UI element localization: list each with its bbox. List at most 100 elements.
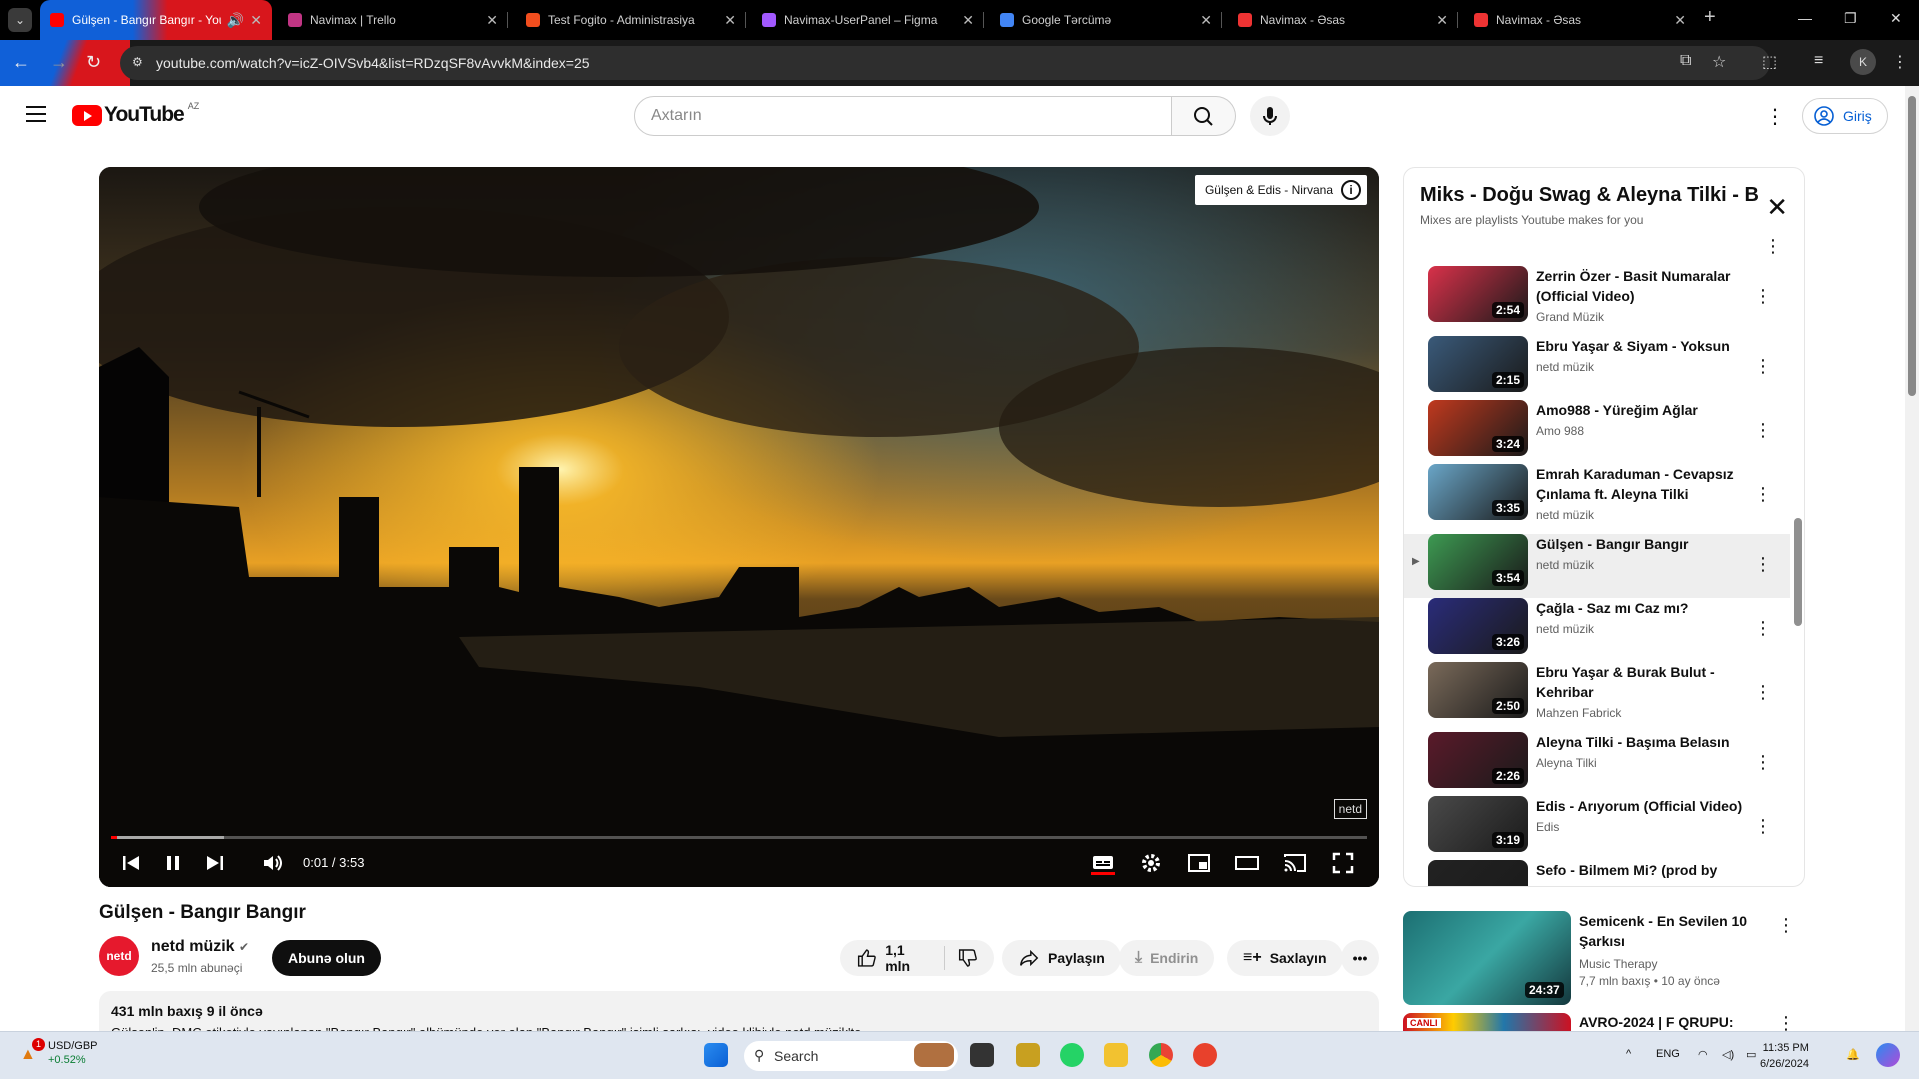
playlist-item[interactable]: ▶ 3:54 Gülşen - Bangır Bangır netd müzik ⋮ [1404,534,1790,598]
info-icon[interactable]: i [1341,180,1361,200]
site-info-icon[interactable]: ⚙ [132,55,148,71]
video-player[interactable]: Gülşen & Edis - Nirvana i netd 0:01 / 3:… [99,167,1379,887]
tab-search-button[interactable]: ⌄ [8,8,32,32]
thumbs-down-icon[interactable] [957,947,978,969]
guide-menu-icon[interactable] [26,106,46,122]
search-input[interactable]: Axtarın [634,96,1172,136]
tab-navimax-2[interactable]: Navimax - Əsas ✕ [1464,0,1696,40]
recommendation-thumbnail[interactable]: CANLI [1403,1013,1571,1033]
settings-kebab-icon[interactable]: ⋮ [1765,104,1785,129]
playlist-item-title[interactable]: Amo988 - Yüreğim Ağlar [1536,400,1746,420]
restore-icon[interactable]: ❐ [1844,10,1857,27]
wps-office-icon[interactable] [1193,1043,1217,1067]
playlist-item[interactable]: 2:26 Aleyna Tilki - Başıma Belasın Aleyna … [1404,732,1790,796]
search-button[interactable] [1172,96,1236,136]
playlist-item-thumbnail[interactable]: 3:35 [1428,464,1528,520]
playlist-item[interactable]: 2:15 Ebru Yaşar & Siyam - Yoksun netd müzi… [1404,336,1790,400]
info-card[interactable]: Gülşen & Edis - Nirvana i [1194,175,1367,205]
tab-trello[interactable]: Navimax | Trello ✕ [278,0,508,40]
url-field[interactable]: ⚙ youtube.com/watch?v=icZ-OIVSvb4&list=R… [120,46,1770,80]
tab-google-translate[interactable]: Google Tərcümə ✕ [990,0,1222,40]
recommendation-title[interactable]: Semicenk - En Sevilen 10 Şarkısı [1579,911,1769,951]
install-app-icon[interactable]: ⧉ [1680,52,1691,70]
extensions-icon[interactable]: ⬚ [1762,52,1777,72]
playlist-item[interactable]: 2:54 Zerrin Özer - Basit Numaralar (Offic… [1404,266,1790,336]
playlist-item[interactable]: 3:19 Edis - Arıyorum (Official Video) Edis… [1404,796,1790,860]
more-vertical-icon[interactable]: ⋮ [1754,356,1772,377]
forward-icon[interactable]: → [50,52,68,73]
playlist-item-title[interactable]: Gülşen - Bangır Bangır [1536,534,1746,554]
playlist-item[interactable]: 2:50 Ebru Yaşar & Burak Bulut - Kehribar M… [1404,662,1790,732]
tab-youtube[interactable]: Gülşen - Bangır Bangır - YouTube 🔊 ✕ [40,0,272,40]
wifi-icon[interactable]: ◠ [1698,1048,1708,1061]
back-icon[interactable]: ← [12,52,30,73]
scrollbar-thumb[interactable] [1908,96,1916,396]
task-view-icon[interactable] [970,1043,994,1067]
more-vertical-icon[interactable]: ⋮ [1754,554,1772,575]
more-vertical-icon[interactable]: ⋮ [1754,816,1772,837]
battery-icon[interactable]: ▭ [1746,1048,1756,1061]
playlist-item-thumbnail[interactable]: 3:54 [1428,534,1528,590]
whatsapp-icon[interactable] [1060,1043,1084,1067]
playlist-item-thumbnail[interactable] [1428,860,1528,886]
volume-tray-icon[interactable]: ◁) [1722,1048,1734,1061]
close-tab-icon[interactable]: ✕ [1674,12,1686,29]
playlist-item-thumbnail[interactable]: 3:24 [1428,400,1528,456]
like-button[interactable]: 1,1 mln [856,942,932,974]
volume-icon[interactable] [261,851,285,875]
tab-figma[interactable]: Navimax-UserPanel – Figma ✕ [752,0,984,40]
close-tab-icon[interactable]: ✕ [250,12,262,29]
playlist-item[interactable]: Sefo - Bilmem Mi? (prod by [1404,860,1790,886]
playlist-item-thumbnail[interactable]: 2:54 [1428,266,1528,322]
previous-icon[interactable] [119,851,143,875]
playlist-item-title[interactable]: Emrah Karaduman - Cevapsız Çınlama ft. A… [1536,464,1746,504]
new-tab-icon[interactable]: + [1704,6,1716,29]
recommendation-channel[interactable]: Music Therapy [1579,957,1657,971]
tray-overflow-icon[interactable]: ^ [1626,1048,1631,1060]
subscribe-button[interactable]: Abunə olun [272,940,381,976]
voice-search-button[interactable] [1250,96,1290,136]
channel-name[interactable]: netd müzik ✔ [151,938,249,956]
channel-avatar[interactable]: netd [99,936,139,976]
file-explorer-icon[interactable] [1104,1043,1128,1067]
playlist-item[interactable]: 3:24 Amo988 - Yüreğim Ağlar Amo 988 ⋮ [1404,400,1790,464]
playlist-item-title[interactable]: Çağla - Saz mı Caz mı? [1536,598,1746,618]
cast-icon[interactable] [1283,851,1307,875]
theater-mode-icon[interactable] [1235,851,1259,875]
playlist-item-thumbnail[interactable]: 2:26 [1428,732,1528,788]
recommendation-item[interactable]: CANLI AVRO-2024 | F QRUPU: ⋮ [1403,1013,1805,1033]
tab-navimax-1[interactable]: Navimax - Əsas ✕ [1228,0,1458,40]
copilot-icon[interactable] [1876,1043,1900,1067]
download-button[interactable]: ⤓ Endirin [1119,940,1215,976]
notifications-icon[interactable]: 🔔 [1846,1048,1860,1061]
subtitles-icon[interactable] [1091,851,1115,875]
playlist-item-title[interactable]: Sefo - Bilmem Mi? (prod by [1536,860,1746,880]
speaker-icon[interactable]: 🔊 [227,12,244,29]
chrome-icon[interactable] [1149,1043,1173,1067]
playlist-item-title[interactable]: Ebru Yaşar & Burak Bulut - Kehribar [1536,662,1746,702]
search-highlight-icon[interactable] [914,1043,954,1067]
more-vertical-icon[interactable]: ⋮ [1777,915,1795,936]
channel-watermark[interactable]: netd [1333,799,1367,819]
save-button[interactable]: ≡+ Saxlayın [1227,940,1343,976]
bookmark-star-icon[interactable]: ☆ [1712,52,1726,72]
more-vertical-icon[interactable]: ⋮ [1754,752,1772,773]
youtube-logo[interactable]: YouTube AZ [72,101,199,127]
playlist-menu-icon[interactable]: ⋮ [1764,236,1782,257]
playlist-item-title[interactable]: Aleyna Tilki - Başıma Belasın [1536,732,1746,752]
profile-avatar[interactable]: K [1850,49,1876,75]
playlist-item[interactable]: 3:26 Çağla - Saz mı Caz mı? netd müzik ⋮ [1404,598,1790,662]
close-tab-icon[interactable]: ✕ [486,12,498,29]
store-icon[interactable] [1016,1043,1040,1067]
more-vertical-icon[interactable]: ⋮ [1754,286,1772,307]
close-playlist-icon[interactable]: ✕ [1766,192,1788,223]
playlist-scrollbar[interactable] [1794,518,1802,626]
more-vertical-icon[interactable]: ⋮ [1754,682,1772,703]
language-indicator[interactable]: ENG [1656,1048,1680,1060]
recommendation-item[interactable]: 24:37 Semicenk - En Sevilen 10 Şarkısı M… [1403,911,1805,1011]
recommendation-title[interactable]: AVRO-2024 | F QRUPU: [1579,1014,1734,1030]
page-scrollbar[interactable] [1905,86,1919,1031]
playlist-item[interactable]: 3:35 Emrah Karaduman - Cevapsız Çınlama f… [1404,464,1790,534]
minimize-icon[interactable]: — [1798,10,1812,26]
close-window-icon[interactable]: ✕ [1890,10,1902,27]
